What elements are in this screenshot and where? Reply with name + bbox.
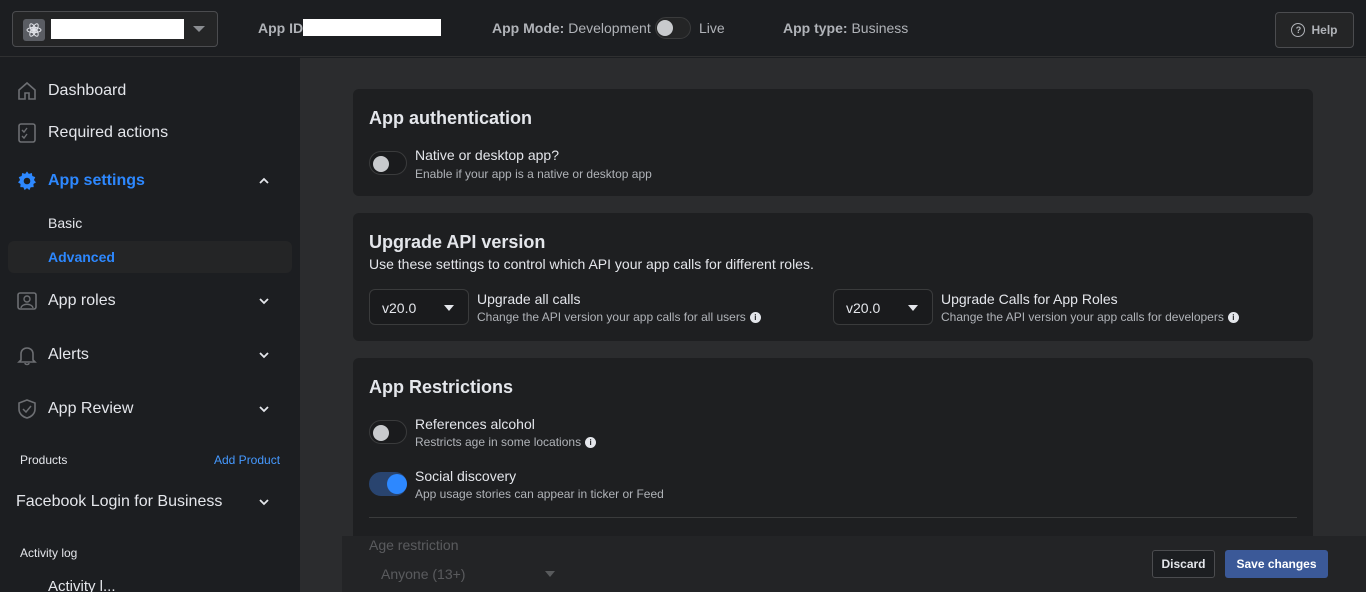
chevron-down-icon[interactable] (258, 349, 270, 361)
card-title: App Restrictions (369, 377, 514, 397)
chevron-down-icon (193, 26, 205, 32)
discard-button[interactable]: Discard (1152, 550, 1215, 578)
upgrade-api-card: Upgrade API version Use these settings t… (353, 213, 1313, 341)
sidebar-item-label: App Review (48, 400, 134, 417)
upgrade-roles-desc: Change the API version your app calls fo… (941, 310, 1239, 324)
app-mode-value: Development (568, 20, 651, 36)
products-heading: Products (20, 453, 68, 467)
selected-value: v20.0 (846, 300, 881, 316)
top-bar: App ID: App Mode: Development Live App t… (0, 0, 1366, 57)
help-label: Help (1311, 23, 1338, 37)
bell-icon (16, 344, 38, 366)
sidebar-item-label: Alerts (48, 346, 89, 363)
sidebar-item-required-actions[interactable]: Required actions (16, 117, 168, 149)
references-alcohol-label: References alcohol (415, 416, 535, 432)
sidebar-item-facebook-login[interactable]: Facebook Login for Business (16, 486, 222, 518)
sidebar: Dashboard Required actions App settings … (0, 58, 300, 592)
save-changes-button[interactable]: Save changes (1225, 550, 1328, 578)
api-version-roles-select[interactable]: v20.0 (833, 289, 933, 325)
add-product-link[interactable]: Add Product (214, 453, 280, 467)
sidebar-item-label: App roles (48, 292, 116, 309)
info-icon[interactable]: i (585, 437, 597, 448)
gear-icon (16, 170, 38, 192)
app-id-label: App ID: (258, 20, 308, 36)
user-badge-icon (16, 290, 38, 312)
sidebar-item-app-review[interactable]: App Review (16, 393, 133, 425)
sidebar-item-label: Dashboard (48, 82, 127, 99)
card-title: App authentication (369, 108, 532, 128)
selected-value: Anyone (13+) (381, 566, 466, 582)
caret-down-icon (545, 571, 555, 577)
selected-value: v20.0 (382, 300, 417, 316)
app-selector[interactable] (12, 11, 218, 47)
bottom-action-bar: Age restriction Anyone (13+) Discard Sav… (342, 536, 1366, 592)
sidebar-item-alerts[interactable]: Alerts (16, 339, 89, 371)
card-title: Upgrade API version (369, 232, 546, 252)
redacted-app-id (303, 19, 441, 36)
caret-down-icon (908, 305, 918, 311)
app-icon (23, 19, 45, 41)
api-version-all-select[interactable]: v20.0 (369, 289, 469, 325)
social-discovery-label: Social discovery (415, 468, 517, 484)
upgrade-roles-label: Upgrade Calls for App Roles (941, 291, 1118, 307)
sidebar-item-label: Required actions (48, 124, 169, 141)
age-restriction-select[interactable]: Anyone (13+) (369, 556, 569, 592)
toggle-knob (373, 425, 389, 441)
social-discovery-toggle[interactable] (369, 472, 407, 496)
native-app-label: Native or desktop app? (415, 147, 559, 163)
chevron-down-icon[interactable] (258, 295, 270, 307)
chevron-up-icon[interactable] (258, 175, 270, 187)
chevron-down-icon[interactable] (258, 403, 270, 415)
toggle-knob (657, 20, 673, 36)
checklist-icon (16, 122, 38, 144)
app-mode: App Mode: Development (492, 20, 651, 36)
chevron-down-icon[interactable] (258, 496, 270, 508)
shield-check-icon (16, 398, 38, 420)
app-authentication-card: App authentication Native or desktop app… (353, 89, 1313, 196)
sidebar-item-activity-partial[interactable]: Activity l... (48, 578, 116, 592)
home-icon (16, 80, 38, 102)
native-app-desc: Enable if your app is a native or deskto… (415, 167, 652, 181)
toggle-knob (373, 156, 389, 172)
social-discovery-desc: App usage stories can appear in ticker o… (415, 487, 664, 501)
caret-down-icon (444, 305, 454, 311)
redacted-app-name (51, 19, 184, 39)
age-restriction-label: Age restriction (369, 537, 459, 553)
app-mode-toggle[interactable] (655, 17, 691, 39)
help-button[interactable]: ? Help (1275, 12, 1354, 48)
help-icon: ? (1291, 23, 1306, 37)
app-type-value: Business (851, 20, 909, 36)
sidebar-item-advanced[interactable]: Advanced (48, 249, 115, 265)
divider (369, 517, 1297, 518)
info-icon[interactable]: i (1227, 312, 1239, 323)
card-subtitle: Use these settings to control which API … (369, 256, 814, 272)
sidebar-item-label: App settings (48, 172, 145, 189)
activity-log-heading: Activity log (20, 546, 78, 560)
sidebar-item-basic[interactable]: Basic (48, 215, 82, 231)
app-type: App type: Business (783, 20, 909, 36)
upgrade-all-desc: Change the API version your app calls fo… (477, 310, 761, 324)
main-content: App authentication Native or desktop app… (300, 58, 1366, 592)
sidebar-item-label: Facebook Login for Business (16, 493, 223, 510)
live-label: Live (699, 20, 725, 36)
references-alcohol-desc: Restricts age in some locations i (415, 435, 597, 449)
info-icon[interactable]: i (749, 312, 761, 323)
upgrade-all-label: Upgrade all calls (477, 291, 581, 307)
sidebar-item-app-roles[interactable]: App roles (16, 285, 116, 317)
sidebar-item-dashboard[interactable]: Dashboard (16, 75, 126, 107)
toggle-knob (387, 474, 407, 494)
sidebar-item-app-settings[interactable]: App settings (16, 165, 145, 197)
references-alcohol-toggle[interactable] (369, 420, 407, 444)
native-app-toggle[interactable] (369, 151, 407, 175)
